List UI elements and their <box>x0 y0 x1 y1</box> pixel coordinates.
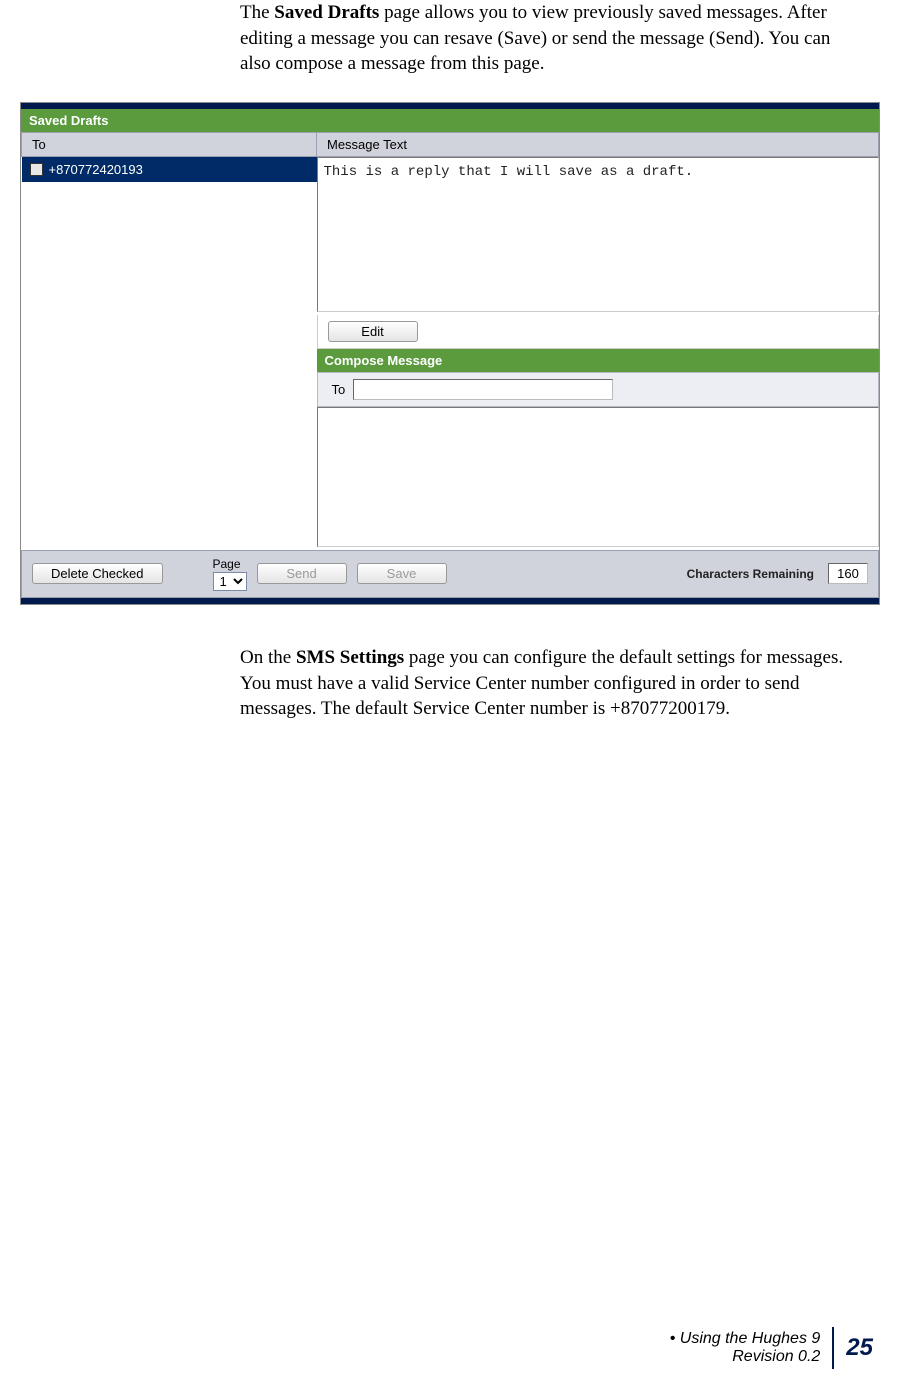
chars-remaining-value <box>828 563 868 584</box>
edit-button[interactable]: Edit <box>328 321 418 342</box>
saved-drafts-title-bar: Saved Drafts <box>21 109 879 132</box>
send-button[interactable]: Send <box>257 563 347 584</box>
bottom-accent-bar <box>21 598 879 604</box>
delete-checked-button[interactable]: Delete Checked <box>32 563 163 584</box>
text-bold: Saved Drafts <box>274 2 379 23</box>
saved-drafts-ui: Saved Drafts To Message Text +8707724201… <box>20 102 880 605</box>
save-button[interactable]: Save <box>357 563 447 584</box>
text-bold: SMS Settings <box>296 647 404 668</box>
compose-to-label: To <box>332 382 346 397</box>
page-footer: • Using the Hughes 9 Revision 0.2 25 <box>670 1327 873 1369</box>
bottom-toolbar: Delete Checked Page 1 Send Save Characte… <box>21 550 879 598</box>
draft-message-text[interactable] <box>317 157 879 312</box>
footer-page-number: 25 <box>846 1334 873 1362</box>
footer-line1: Using the Hughes 9 <box>675 1330 820 1347</box>
draft-phone-number: +870772420193 <box>49 162 143 177</box>
text-fragment: On the <box>240 647 296 668</box>
page-label: Page <box>213 557 241 571</box>
page-select[interactable]: 1 <box>213 572 247 591</box>
checkbox-icon[interactable] <box>30 163 43 176</box>
compose-message-textarea[interactable] <box>317 407 879 547</box>
table-header-row: To Message Text <box>22 132 879 156</box>
chars-remaining-label: Characters Remaining <box>687 567 814 581</box>
footer-divider <box>832 1327 834 1369</box>
compose-to-input[interactable] <box>353 379 613 400</box>
header-message-text: Message Text <box>317 132 879 156</box>
paragraph-sms-settings: On the SMS Settings page you can configu… <box>240 645 853 722</box>
compose-title-bar: Compose Message <box>317 349 879 372</box>
paragraph-saved-drafts: The Saved Drafts page allows you to view… <box>240 0 853 77</box>
header-to: To <box>22 132 317 156</box>
text-fragment: The <box>240 2 274 23</box>
footer-line2: Revision 0.2 <box>670 1348 821 1366</box>
draft-list-item-selected[interactable]: +870772420193 <box>22 157 317 182</box>
